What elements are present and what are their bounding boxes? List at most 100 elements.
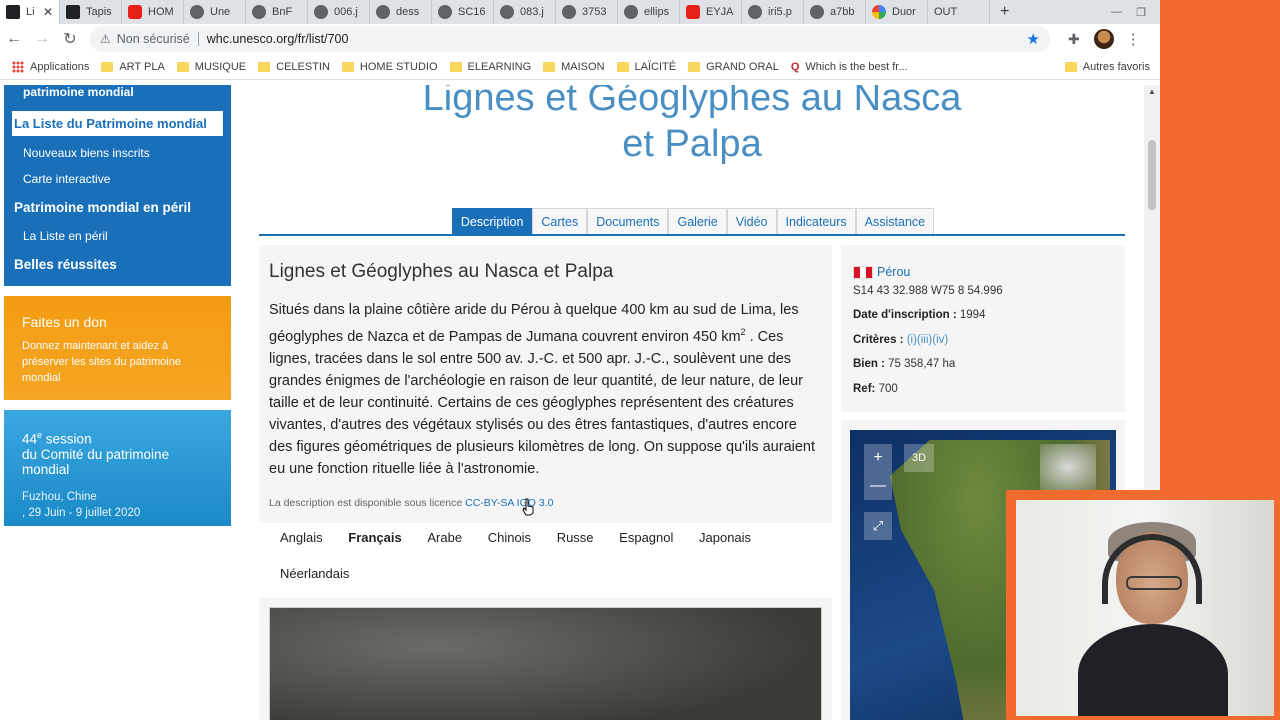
zoom-out-button[interactable]: — (864, 472, 892, 500)
session-banner[interactable]: 44e session du Comité du patrimoine mondi… (4, 410, 231, 526)
lang-anglais[interactable]: Anglais (280, 530, 323, 548)
lang-espagnol[interactable]: Espagnol (619, 530, 673, 548)
url-text[interactable]: whc.unesco.org/fr/list/700 (207, 32, 349, 46)
bookmark-folder[interactable]: MAISON (543, 61, 605, 73)
country-name[interactable]: Pérou (877, 265, 910, 279)
tab-video[interactable]: Vidéo (726, 208, 777, 234)
minimize-icon[interactable]: — (1111, 6, 1122, 19)
tab-documents[interactable]: Documents (587, 208, 669, 234)
tab-galerie[interactable]: Galerie (668, 208, 727, 234)
browser-tab[interactable]: 006.j (308, 0, 370, 24)
browser-tab[interactable]: OUT (928, 0, 990, 24)
sidebar-item-nouveaux-biens[interactable]: Nouveaux biens inscrits (4, 140, 231, 166)
bookmark-applications[interactable]: Applications (12, 60, 89, 73)
tab-strip: Li ✕ Tapis HOM Une BnF 006.j dess SC16 0… (0, 0, 1160, 24)
folder-icon (101, 61, 114, 72)
sidebar-item-liste-peril[interactable]: La Liste en péril (4, 223, 231, 249)
zoom-in-button[interactable]: + (864, 444, 892, 472)
coords-row: S14 43 32.988 W75 8 54.996 (853, 284, 1003, 297)
photo-panel (259, 598, 832, 720)
description-text: . Ces lignes, tracées dans le sol entre … (269, 328, 816, 477)
site-photo[interactable] (269, 607, 822, 720)
folder-icon (616, 61, 629, 72)
tab-indicateurs[interactable]: Indicateurs (776, 208, 856, 234)
forward-arrow-icon[interactable]: → (28, 30, 56, 48)
tab-cartes[interactable]: Cartes (532, 208, 588, 234)
profile-avatar[interactable] (1093, 29, 1114, 49)
bookmark-star-icon[interactable]: ★ (1027, 30, 1040, 48)
bookmark-folder[interactable]: MUSIQUE (176, 61, 246, 73)
folder-icon (1064, 61, 1077, 72)
browser-tab[interactable]: dess (370, 0, 432, 24)
bookmark-folder[interactable]: ELEARNING (449, 61, 531, 73)
sidebar-item-belles-reussites[interactable]: Belles réussites (4, 249, 231, 280)
browser-tab[interactable]: a7bb (804, 0, 866, 24)
reload-icon[interactable]: ↻ (56, 29, 84, 49)
tab-assistance[interactable]: Assistance (855, 208, 935, 234)
browser-tab[interactable]: EYJA (680, 0, 742, 24)
lang-neerlandais[interactable]: Néerlandais (280, 566, 349, 584)
back-arrow-icon[interactable]: ← (0, 30, 28, 48)
browser-tab[interactable]: Tapis (60, 0, 122, 24)
browser-tab[interactable]: HOM (122, 0, 184, 24)
browser-tab-label: Tapis (86, 6, 112, 18)
sidebar-item-liste-patrimoine[interactable]: La Liste du Patrimoine mondial (12, 111, 223, 136)
browser-tab[interactable]: SC16 (432, 0, 494, 24)
criteria-value[interactable]: (i)(iii)(iv) (907, 334, 949, 346)
browser-tab[interactable]: ellips (618, 0, 680, 24)
security-label[interactable]: Non sécurisé (117, 32, 190, 46)
browser-tab[interactable]: iri5.p (742, 0, 804, 24)
browser-tab[interactable]: 083.j (494, 0, 556, 24)
license-link[interactable]: CC-BY-SA IGO 3.0 (465, 497, 553, 509)
bookmark-folder[interactable]: CELESTIN (258, 61, 330, 73)
presenter (1078, 522, 1228, 716)
menu-kebab-icon[interactable]: ⋮ (1126, 30, 1141, 48)
fullscreen-icon[interactable]: ⤢ (864, 512, 892, 540)
bookmark-label: GRAND ORAL (706, 60, 779, 73)
webcam-overlay (1006, 490, 1280, 720)
youtube-icon (128, 5, 142, 19)
sidebar-nav: patrimoine mondial La Liste du Patrimoin… (4, 85, 231, 286)
criteria-label: Critères : (853, 333, 904, 346)
browser-tab[interactable]: BnF (246, 0, 308, 24)
browser-tab[interactable]: Duor (866, 0, 928, 24)
maximize-icon[interactable]: ❐ (1136, 6, 1146, 19)
unesco-icon (6, 5, 20, 19)
warning-icon[interactable]: ⚠ (100, 32, 111, 46)
bookmark-folder[interactable]: ART PLA (101, 61, 165, 73)
close-tab-icon[interactable]: ✕ (43, 5, 53, 19)
bookmark-folder[interactable]: GRAND ORAL (688, 61, 779, 73)
bookmark-folder[interactable]: LAÏCITÉ (616, 61, 676, 73)
tab-description[interactable]: Description (451, 208, 533, 234)
country-row[interactable]: Pérou (853, 260, 1113, 285)
session-number: 44 (22, 431, 38, 447)
sidebar-item-peril[interactable]: Patrimoine mondial en péril (4, 192, 231, 223)
browser-tab[interactable]: 3753 (556, 0, 618, 24)
new-tab-button[interactable]: + (1000, 3, 1009, 21)
browser-tab-label: a7bb (830, 6, 855, 18)
donate-banner[interactable]: Faites un don Donnez maintenant et aidez… (4, 296, 231, 400)
browser-tab-label: EYJA (706, 6, 734, 18)
scrollbar-thumb[interactable] (1148, 140, 1156, 210)
address-bar[interactable]: ⚠ Non sécurisé whc.unesco.org/fr/list/70… (90, 26, 1050, 52)
globe-icon (376, 5, 390, 19)
browser-tab[interactable]: Une (184, 0, 246, 24)
session-title-line2: du Comité du patrimoine mondial (22, 446, 170, 477)
folder-icon (341, 61, 354, 72)
browser-tab-active[interactable]: Li ✕ (0, 0, 60, 24)
map-3d-button[interactable]: 3D (904, 444, 934, 472)
lang-arabe[interactable]: Arabe (427, 530, 462, 548)
page-viewport: patrimoine mondial La Liste du Patrimoin… (0, 85, 1160, 720)
bookmark-folder[interactable]: HOME STUDIO (341, 61, 438, 73)
sidebar-item-carte-interactive[interactable]: Carte interactive (4, 166, 231, 192)
lang-francais[interactable]: Français (348, 530, 401, 548)
lang-russe[interactable]: Russe (557, 530, 594, 548)
description-heading: Lignes et Géoglyphes au Nasca et Palpa (269, 261, 614, 282)
scroll-up-icon[interactable]: ▲ (1148, 87, 1156, 96)
other-bookmarks[interactable]: Autres favoris (1064, 61, 1150, 73)
lang-japonais[interactable]: Japonais (699, 530, 751, 548)
sidebar-item-patrimoine[interactable]: patrimoine mondial (4, 85, 231, 107)
lang-chinois[interactable]: Chinois (488, 530, 531, 548)
bookmark-link[interactable]: Q Which is the best fr... (791, 61, 908, 73)
extensions-puzzle-icon[interactable]: ✚ (1068, 31, 1080, 48)
